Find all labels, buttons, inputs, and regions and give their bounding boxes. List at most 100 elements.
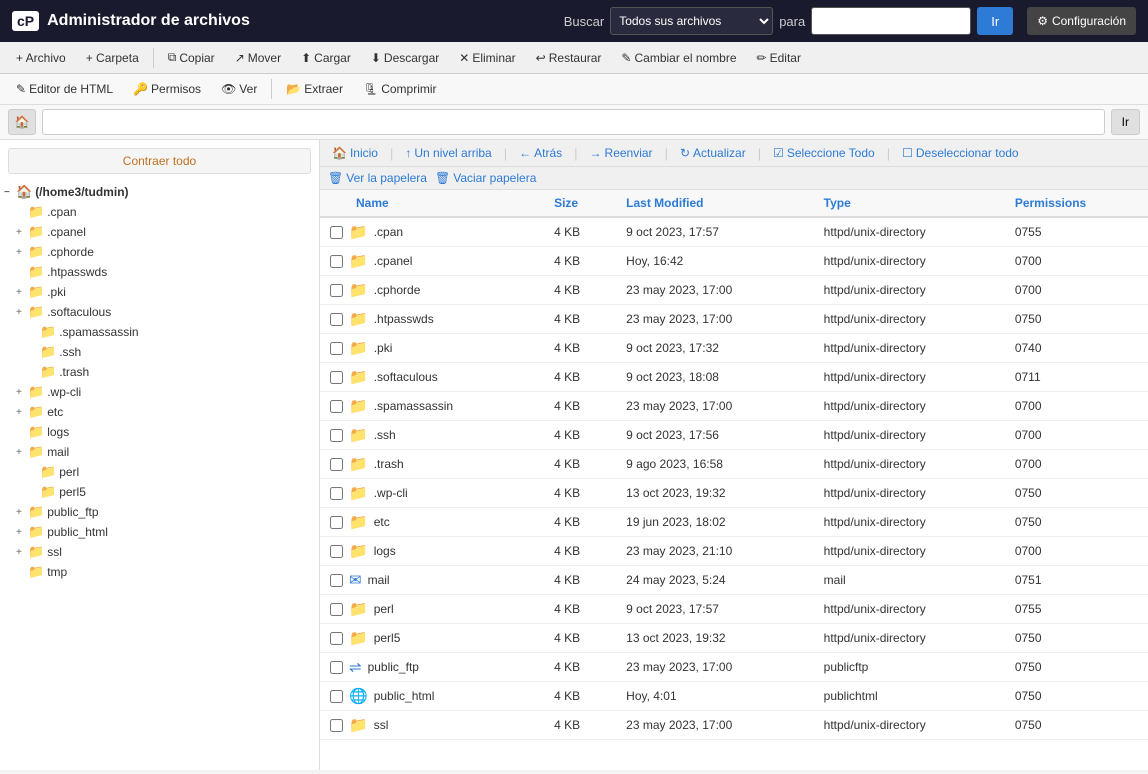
sidebar-item-trash[interactable]: 📁 .trash — [0, 362, 319, 382]
row-checkbox[interactable] — [330, 574, 343, 587]
row-checkbox[interactable] — [330, 661, 343, 674]
deselect-all-button[interactable]: ☐ Deseleccionar todo — [898, 144, 1023, 162]
col-name[interactable]: Name — [320, 190, 544, 217]
sidebar-item-pki[interactable]: + 📁 .pki — [0, 282, 319, 302]
sidebar-item-tmp[interactable]: 📁 tmp — [0, 562, 319, 582]
sidebar-item-root[interactable]: − 🏠 (/home3/tudmin) — [0, 182, 319, 202]
file-name-link[interactable]: perl5 — [374, 631, 401, 645]
rename-button[interactable]: ✎ Cambiar el nombre — [613, 47, 744, 69]
new-file-button[interactable]: + Archivo — [8, 47, 74, 69]
sidebar-item-perl5[interactable]: 📁 perl5 — [0, 482, 319, 502]
config-button[interactable]: ⚙ Configuración — [1027, 7, 1136, 35]
row-checkbox[interactable] — [330, 545, 343, 558]
file-name-link[interactable]: .cphorde — [374, 283, 421, 297]
table-row[interactable]: 📁 logs 4 KB 23 may 2023, 21:10 httpd/uni… — [320, 537, 1148, 566]
file-name-link[interactable]: public_ftp — [368, 660, 419, 674]
file-name-link[interactable]: perl — [374, 602, 394, 616]
table-row[interactable]: 📁 perl5 4 KB 13 oct 2023, 19:32 httpd/un… — [320, 624, 1148, 653]
sidebar-item-perl[interactable]: 📁 perl — [0, 462, 319, 482]
search-scope-select[interactable]: Todos sus archivos Solo nombres de archi… — [610, 7, 773, 35]
sidebar-item-public-html[interactable]: + 📁 public_html — [0, 522, 319, 542]
row-checkbox[interactable] — [330, 516, 343, 529]
home-button[interactable]: 🏠 — [8, 109, 36, 135]
table-row[interactable]: ✉ mail 4 KB 24 may 2023, 5:24 mail 0751 — [320, 566, 1148, 595]
sidebar-item-ssh[interactable]: 📁 .ssh — [0, 342, 319, 362]
restore-button[interactable]: ↩ Restaurar — [528, 47, 610, 69]
sidebar-item-ssl[interactable]: + 📁 ssl — [0, 542, 319, 562]
select-all-button[interactable]: ☑ Seleccione Todo — [769, 144, 879, 162]
table-row[interactable]: 📁 perl 4 KB 9 oct 2023, 17:57 httpd/unix… — [320, 595, 1148, 624]
table-row[interactable]: 📁 ssl 4 KB 23 may 2023, 17:00 httpd/unix… — [320, 711, 1148, 740]
sidebar-item-public-ftp[interactable]: + 📁 public_ftp — [0, 502, 319, 522]
move-button[interactable]: ↗ Mover — [227, 47, 289, 69]
row-checkbox[interactable] — [330, 487, 343, 500]
col-size[interactable]: Size — [544, 190, 616, 217]
file-name-link[interactable]: ssl — [374, 718, 389, 732]
empty-trash-button[interactable]: 🗑 Vaciar papelera — [435, 171, 536, 185]
refresh-button[interactable]: ↻ Actualizar — [676, 144, 750, 162]
inicio-button[interactable]: 🏠 Inicio — [328, 144, 382, 162]
permissions-button[interactable]: 🔑 Permisos — [125, 78, 209, 100]
file-name-link[interactable]: .softaculous — [374, 370, 438, 384]
back-button[interactable]: ← Atrás — [515, 144, 566, 162]
upload-button[interactable]: ⬆ Cargar — [293, 47, 359, 69]
file-name-link[interactable]: etc — [374, 515, 390, 529]
sidebar-item-htpasswds[interactable]: 📁 .htpasswds — [0, 262, 319, 282]
table-row[interactable]: 📁 .cpanel 4 KB Hoy, 16:42 httpd/unix-dir… — [320, 247, 1148, 276]
table-row[interactable]: 📁 .cpan 4 KB 9 oct 2023, 17:57 httpd/uni… — [320, 217, 1148, 247]
row-checkbox[interactable] — [330, 400, 343, 413]
table-row[interactable]: 📁 .cphorde 4 KB 23 may 2023, 17:00 httpd… — [320, 276, 1148, 305]
search-input[interactable] — [811, 7, 971, 35]
edit-button[interactable]: ✏ Editar — [749, 47, 809, 69]
table-row[interactable]: 📁 .ssh 4 KB 9 oct 2023, 17:56 httpd/unix… — [320, 421, 1148, 450]
row-checkbox[interactable] — [330, 284, 343, 297]
row-checkbox[interactable] — [330, 226, 343, 239]
row-checkbox[interactable] — [330, 719, 343, 732]
file-name-link[interactable]: .spamassassin — [374, 399, 453, 413]
sidebar-item-cphorde[interactable]: + 📁 .cphorde — [0, 242, 319, 262]
new-folder-button[interactable]: + Carpeta — [78, 47, 147, 69]
file-name-link[interactable]: .htpasswds — [374, 312, 434, 326]
collapse-all-button[interactable]: Contraer todo — [8, 148, 311, 174]
row-checkbox[interactable] — [330, 371, 343, 384]
table-row[interactable]: 📁 etc 4 KB 19 jun 2023, 18:02 httpd/unix… — [320, 508, 1148, 537]
table-row[interactable]: 📁 .spamassassin 4 KB 23 may 2023, 17:00 … — [320, 392, 1148, 421]
col-permissions[interactable]: Permissions — [1005, 190, 1148, 217]
table-row[interactable]: 🌐 public_html 4 KB Hoy, 4:01 publichtml … — [320, 682, 1148, 711]
table-row[interactable]: 📁 .softaculous 4 KB 9 oct 2023, 18:08 ht… — [320, 363, 1148, 392]
file-name-link[interactable]: .pki — [374, 341, 393, 355]
delete-button[interactable]: ✕ Eliminar — [451, 47, 523, 69]
search-go-button[interactable]: Ir — [977, 7, 1013, 35]
path-input[interactable] — [42, 109, 1105, 135]
file-name-link[interactable]: .wp-cli — [374, 486, 408, 500]
forward-button[interactable]: → Reenviar — [586, 144, 657, 162]
table-row[interactable]: 📁 .pki 4 KB 9 oct 2023, 17:32 httpd/unix… — [320, 334, 1148, 363]
sidebar-item-wp-cli[interactable]: + 📁 .wp-cli — [0, 382, 319, 402]
col-type[interactable]: Type — [814, 190, 1005, 217]
file-name-link[interactable]: public_html — [374, 689, 435, 703]
download-button[interactable]: ⬇ Descargar — [363, 47, 447, 69]
sidebar-item-etc[interactable]: + 📁 etc — [0, 402, 319, 422]
sidebar-item-cpanel[interactable]: + 📁 .cpanel — [0, 222, 319, 242]
sidebar-item-mail[interactable]: + 📁 mail — [0, 442, 319, 462]
sidebar-item-softaculous[interactable]: + 📁 .softaculous — [0, 302, 319, 322]
row-checkbox[interactable] — [330, 313, 343, 326]
row-checkbox[interactable] — [330, 458, 343, 471]
up-level-button[interactable]: ↑ Un nivel arriba — [401, 144, 495, 162]
sidebar-item-spamassassin[interactable]: 📁 .spamassassin — [0, 322, 319, 342]
sidebar-item-cpan[interactable]: 📁 .cpan — [0, 202, 319, 222]
sidebar-item-logs[interactable]: 📁 logs — [0, 422, 319, 442]
table-row[interactable]: ⇌ public_ftp 4 KB 23 may 2023, 17:00 pub… — [320, 653, 1148, 682]
table-row[interactable]: 📁 .htpasswds 4 KB 23 may 2023, 17:00 htt… — [320, 305, 1148, 334]
file-name-link[interactable]: .cpanel — [374, 254, 413, 268]
row-checkbox[interactable] — [330, 255, 343, 268]
file-name-link[interactable]: .cpan — [374, 225, 403, 239]
table-row[interactable]: 📁 .wp-cli 4 KB 13 oct 2023, 19:32 httpd/… — [320, 479, 1148, 508]
file-name-link[interactable]: mail — [368, 573, 390, 587]
table-row[interactable]: 📁 .trash 4 KB 9 ago 2023, 16:58 httpd/un… — [320, 450, 1148, 479]
row-checkbox[interactable] — [330, 342, 343, 355]
row-checkbox[interactable] — [330, 429, 343, 442]
view-button[interactable]: 👁 Ver — [213, 78, 265, 100]
col-modified[interactable]: Last Modified — [616, 190, 813, 217]
file-name-link[interactable]: .trash — [374, 457, 404, 471]
